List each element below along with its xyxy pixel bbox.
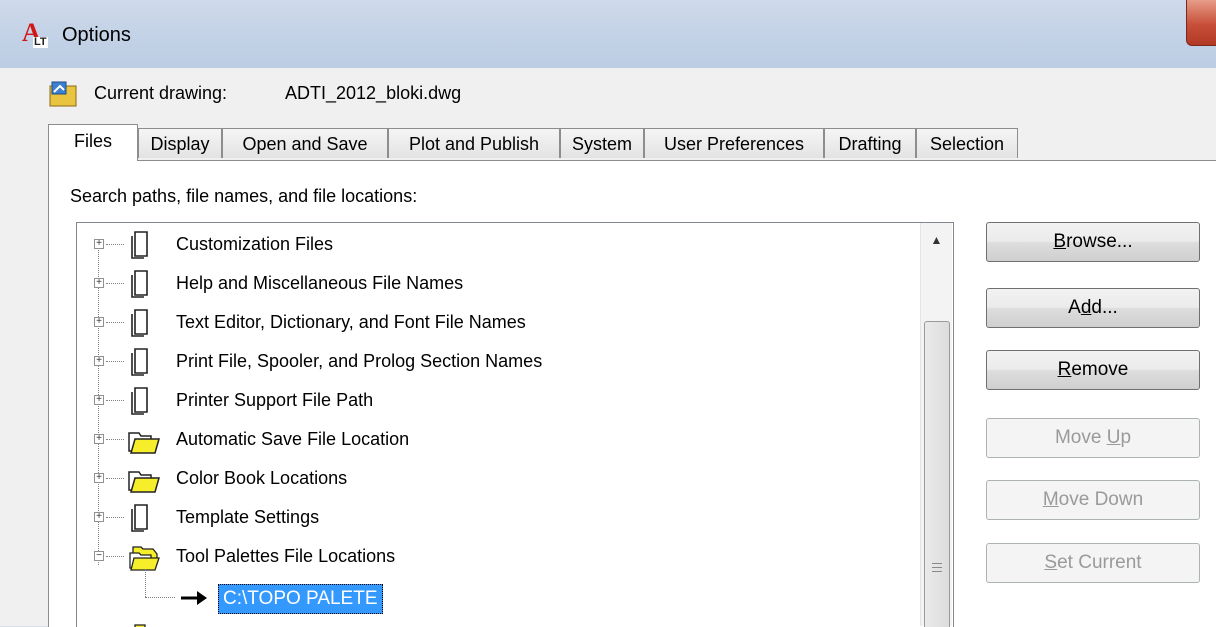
tree-item[interactable]: + Automatic Save File Location — [77, 422, 927, 458]
expand-icon[interactable]: + — [94, 317, 104, 327]
tab-system[interactable]: System — [560, 128, 644, 158]
expand-icon[interactable]: + — [94, 395, 104, 405]
page-icon — [131, 231, 148, 259]
tree-item[interactable]: + Customization Files — [77, 227, 927, 263]
file-locations-tree[interactable]: + Customization Files + Help and Miscell… — [76, 222, 954, 627]
tab-selection[interactable]: Selection — [916, 128, 1018, 158]
expand-icon[interactable]: + — [94, 473, 104, 483]
remove-button[interactable]: Remove — [986, 350, 1200, 390]
folder-icon — [128, 432, 160, 454]
current-drawing-name: ADTI_2012_bloki.dwg — [285, 83, 462, 103]
scroll-up-arrow-icon[interactable]: ▲ — [921, 223, 952, 257]
tree-guide-line — [145, 597, 175, 598]
browse-button[interactable]: Browse... — [986, 222, 1200, 262]
close-button[interactable] — [1186, 0, 1216, 46]
expand-icon[interactable]: + — [94, 356, 104, 366]
tree-item[interactable]: + Printer Support File Path — [77, 383, 927, 419]
page-icon — [131, 270, 148, 298]
grip-icon — [932, 560, 942, 572]
tree-item[interactable]: + Help and Miscellaneous File Names — [77, 266, 927, 302]
move-down-button[interactable]: Move Down — [986, 480, 1200, 520]
tree-item[interactable]: + Print File, Spooler, and Prolog Sectio… — [77, 344, 927, 380]
page-icon — [131, 504, 148, 532]
search-paths-label: Search paths, file names, and file locat… — [70, 186, 418, 206]
page-icon — [131, 348, 148, 376]
page-icon — [131, 387, 148, 415]
tree-item[interactable]: − Tool Palettes File Locations — [77, 539, 927, 575]
tab-plot-and-publish[interactable]: Plot and Publish — [388, 128, 560, 158]
tree-vertical-scrollbar[interactable]: ▲ — [920, 223, 952, 627]
tab-open-and-save[interactable]: Open and Save — [222, 128, 388, 158]
scroll-thumb[interactable] — [924, 321, 950, 627]
add-button[interactable]: Add... — [986, 288, 1200, 328]
page-icon — [131, 309, 148, 337]
tree-item[interactable]: + Color Book Locations — [77, 461, 927, 497]
tab-display[interactable]: Display — [138, 128, 222, 158]
move-up-button[interactable]: Move Up — [986, 418, 1200, 458]
expand-icon[interactable]: + — [94, 434, 104, 444]
tree-guide-line — [145, 569, 147, 597]
folder-stack-icon — [129, 546, 160, 571]
tree-item[interactable]: + Text Editor, Dictionary, and Font File… — [77, 305, 927, 341]
window-title: Options — [62, 24, 131, 46]
expand-icon[interactable]: + — [94, 512, 104, 522]
autocad-lt-logo-icon: A LT — [22, 18, 48, 48]
current-drawing-label: Current drawing: — [94, 83, 228, 103]
expand-icon[interactable]: + — [94, 239, 104, 249]
collapse-icon[interactable]: − — [94, 551, 104, 561]
set-current-button[interactable]: Set Current — [986, 543, 1200, 583]
current-arrow-icon — [181, 591, 207, 605]
tree-item[interactable]: + Template Settings — [77, 500, 927, 536]
tab-drafting[interactable]: Drafting — [824, 128, 916, 158]
title-bar: A LT Options — [0, 0, 1216, 69]
expand-icon[interactable]: + — [94, 278, 104, 288]
tab-files[interactable]: Files — [48, 124, 138, 161]
selected-path-item[interactable]: C:\TOPO PALETE — [218, 584, 383, 614]
drawing-file-icon — [49, 81, 77, 107]
folder-icon — [128, 471, 160, 493]
tab-user-preferences[interactable]: User Preferences — [644, 128, 824, 158]
